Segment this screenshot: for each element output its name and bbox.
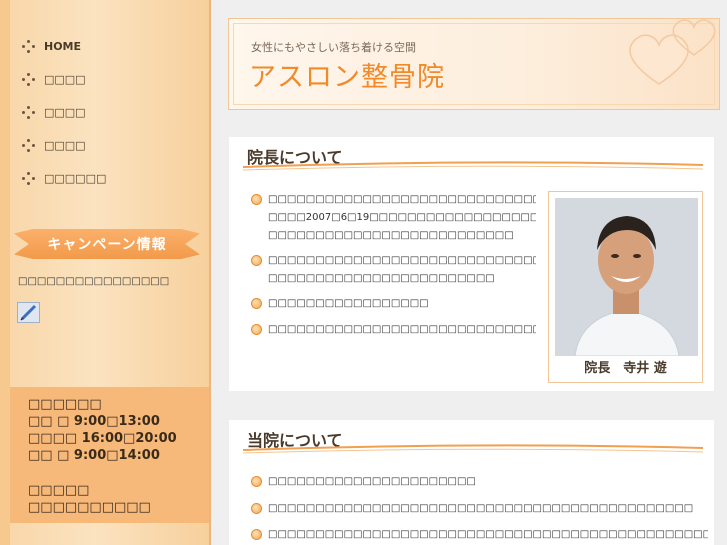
sidebar-edge	[0, 0, 10, 545]
campaign-text: □□□□□□□□□□□□□□□□	[18, 276, 170, 287]
list-item: □□□□□□□□□□□□□□□□□□□□□□□□□□□□□□□□□□□□□□□□…	[251, 252, 541, 288]
list-text: □□□□□□□□□□□□□□□□□□□□□□□□□□□□□□□□□□□□□□□□…	[268, 529, 708, 540]
orange-bullet-icon	[251, 194, 262, 205]
list-text: □□□□□□□□□□□□□□□□□□□□□□□□□□	[268, 230, 514, 241]
sidebar-nav: HOME □□□□ □□□□ □□□□ □□□□□□	[22, 30, 106, 195]
nav-item-2[interactable]: □□□□	[22, 63, 106, 96]
director-photo	[555, 198, 698, 356]
list-text: □□□□□□□□□□□□□□□□□□□□□□□□	[268, 273, 495, 284]
list-item: □□□□□□□□□□□□□□□□□□□□□□□□□□□□□□□□□□□□□□□□…	[251, 500, 693, 518]
bullet-icon	[22, 171, 36, 186]
site-header: 女性にもやさしい落ち着ける空間 アスロン整骨院	[228, 18, 720, 110]
bullet-icon	[22, 72, 36, 87]
nav-item-5[interactable]: □□□□□□	[22, 162, 106, 195]
bullet-icon	[22, 39, 36, 54]
list-text: □□□□□□□□□□□□□□□□□□□□□□	[268, 476, 476, 487]
hours-line: □□□□ 16:00□20:00	[28, 431, 177, 446]
hours-box: □□□□□□ □□ □ 9:00□13:00 □□□□ 16:00□20:00 …	[10, 387, 209, 523]
clinic-logo-title[interactable]: アスロン整骨院	[249, 55, 445, 94]
list-text: □□□□□□□□□□□□□□□□□□□□□□□□□□□□□□□□□□□□□□□□…	[268, 503, 694, 514]
nav-item-3[interactable]: □□□□	[22, 96, 106, 129]
nav-item-label: HOME	[44, 40, 82, 53]
orange-bullet-icon	[251, 324, 262, 335]
pen-icon[interactable]	[17, 302, 40, 323]
nav-item-label: □□□□	[44, 73, 86, 86]
list-item: □□□□□□□□□□□□□□□□□□□□□□	[251, 473, 476, 491]
director-photo-frame: 院長 寺井 遊	[548, 191, 703, 383]
nav-item-label: □□□□	[44, 106, 86, 119]
orange-bullet-icon	[251, 298, 262, 309]
section-header-director: 院長について	[229, 137, 714, 181]
list-text: □□□□2007□6□19□□□□□□□□□□□□□□□□□□□□□□□□□□□…	[268, 212, 536, 223]
sidebar: HOME □□□□ □□□□ □□□□ □□□□□□ キャンペーン情報 □□□□…	[0, 0, 211, 545]
list-text: □□□□□□□□□□□□□□□□□□□□□□□□□□□□□□□□□□□□□□□	[268, 324, 536, 335]
nav-item-label: □□□□□□	[44, 172, 107, 185]
list-item: □□□□□□□□□□□□□□□□□□□□□□□□□□□□□□□□□□□□□□□□…	[251, 526, 708, 544]
orange-bullet-icon	[251, 503, 262, 514]
list-text: □□□□□□□□□□□□□□□□□□□□□□□□□□□□□□□□□□□□□□□□…	[268, 255, 536, 266]
site-tagline: 女性にもやさしい落ち着ける空間	[251, 41, 416, 54]
swoosh-underline-icon	[243, 444, 703, 454]
hours-line: □□ □ 9:00□13:00	[28, 414, 160, 429]
list-item: □□□□□□□□□□□□□□□□□□□□□□□□□□□□□□□□□□□□□□□□…	[251, 191, 541, 245]
orange-bullet-icon	[251, 255, 262, 266]
hours-line: □□ □ 9:00□14:00	[28, 448, 160, 463]
bullet-icon	[22, 138, 36, 153]
section-header-clinic: 当院について	[229, 420, 714, 464]
list-item: □□□□□□□□□□□□□□□□□	[251, 295, 541, 313]
hours-heading: □□□□□□	[28, 397, 102, 412]
nav-item-4[interactable]: □□□□	[22, 129, 106, 162]
bullet-icon	[22, 105, 36, 120]
closed-heading: □□□□□	[28, 483, 90, 498]
closed-days: □□□□□□□□□□	[28, 500, 151, 515]
list-text: □□□□□□□□□□□□□□□□□	[268, 298, 429, 309]
nav-item-label: □□□□	[44, 139, 86, 152]
orange-bullet-icon	[251, 529, 262, 540]
nav-item-home[interactable]: HOME	[22, 30, 106, 63]
swoosh-underline-icon	[243, 161, 703, 171]
list-text: □□□□□□□□□□□□□□□□□□□□□□□□□□□□□□□□□□□□□□□□…	[268, 194, 536, 205]
orange-bullet-icon	[251, 476, 262, 487]
campaign-banner[interactable]: キャンペーン情報	[14, 229, 200, 259]
list-item: □□□□□□□□□□□□□□□□□□□□□□□□□□□□□□□□□□□□□□□	[251, 321, 541, 339]
section-body-clinic: □□□□□□□□□□□□□□□□□□□□□□ □□□□□□□□□□□□□□□□□…	[229, 464, 714, 545]
director-caption: 院長 寺井 遊	[584, 361, 667, 376]
heart-decoration-icon	[672, 19, 716, 56]
